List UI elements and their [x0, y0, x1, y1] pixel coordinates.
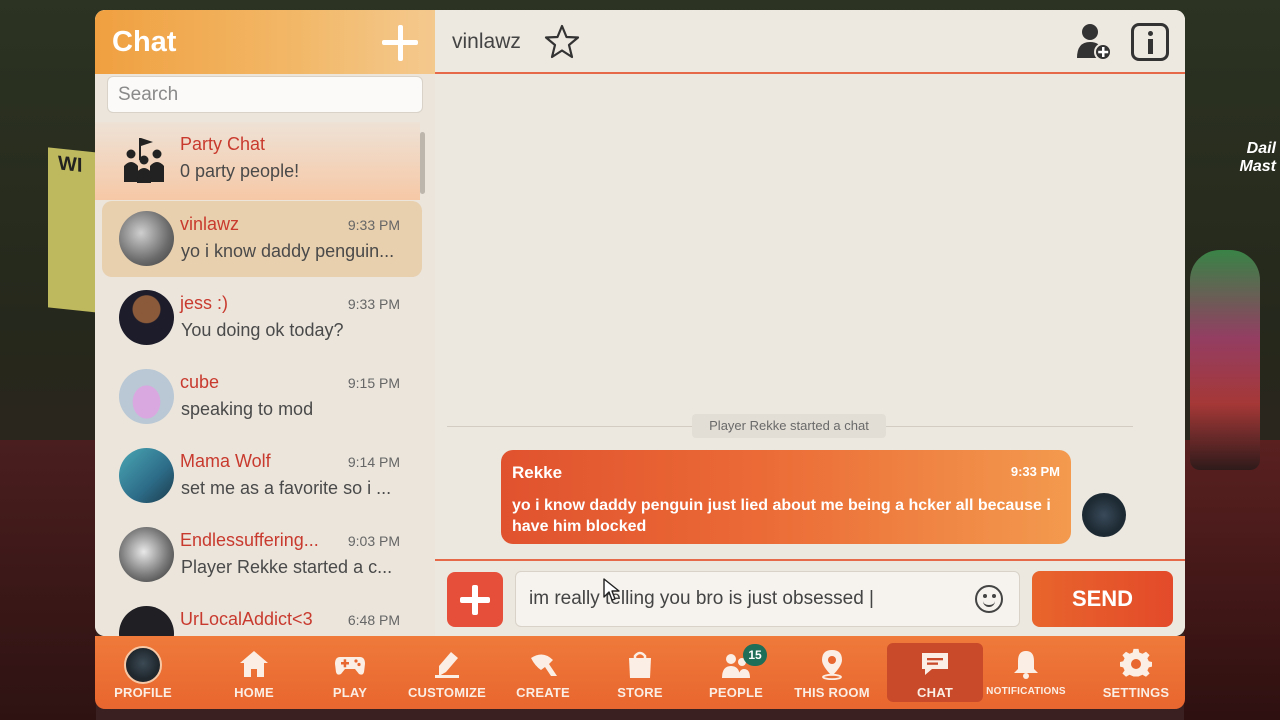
nav-label: CHAT [917, 685, 953, 700]
chat-header: vinlawz [435, 10, 1185, 74]
nav-notifications[interactable]: NOTIFICATIONS [978, 636, 1074, 709]
avatar [124, 646, 162, 684]
avatar [119, 527, 174, 582]
new-chat-button[interactable] [377, 20, 423, 66]
nav-label: SETTINGS [1102, 685, 1170, 700]
conversation-name: vinlawz [180, 214, 240, 234]
nav-create[interactable]: CREATE [495, 636, 591, 709]
conversation-preview: set me as a favorite so i ... [181, 478, 392, 498]
composer-divider [435, 559, 1185, 561]
conversation-preview: Player Rekke started a c... [181, 557, 393, 577]
conversation-time: 9:03 PM [347, 533, 400, 549]
party-chat-subtitle: 0 party people! [180, 161, 300, 181]
nav-label: HOME [234, 685, 274, 700]
nav-home[interactable]: HOME [206, 636, 302, 709]
avatar [119, 448, 174, 503]
background-floor-left [0, 440, 96, 720]
bell-icon [1014, 651, 1038, 679]
message-time: 9:33 PM [1010, 464, 1060, 479]
conversation-time: 9:33 PM [347, 296, 400, 312]
nav-settings[interactable]: SETTINGS [1088, 636, 1184, 709]
avatar [119, 606, 174, 636]
message-bubble: Rekke 9:33 PM yo i know daddy penguin ju… [501, 450, 1071, 544]
conversation-preview: yo i know daddy penguin... [181, 241, 395, 261]
conversation-name: Endlessuffering... [180, 530, 319, 550]
create-icon [531, 654, 557, 676]
nav-label: PROFILE [114, 685, 172, 700]
conversation-name: UrLocalAddict<3 [180, 609, 313, 629]
map-pin-icon [822, 650, 842, 680]
emoji-icon[interactable] [975, 585, 1003, 613]
nav-label: PEOPLE [709, 685, 763, 700]
conversation-item[interactable]: cube 9:15 PM speaking to mod [102, 359, 422, 435]
home-icon [240, 651, 268, 677]
store-icon [629, 651, 651, 678]
attach-button[interactable] [447, 572, 503, 627]
cursor-pointer-icon [603, 578, 620, 601]
background-avatar-figure [1190, 250, 1260, 470]
chat-panel: Chat Party Chat 0 party people! vinlawz … [95, 10, 1185, 636]
gear-icon [1120, 648, 1152, 677]
message-sender: Rekke [512, 463, 563, 482]
conversation-item[interactable]: Endlessuffering... 9:03 PM Player Rekke … [102, 517, 422, 593]
nav-this-room[interactable]: THIS ROOM [784, 636, 880, 709]
party-icon [124, 138, 164, 183]
nav-label: CREATE [516, 685, 570, 700]
chat-icon [922, 653, 948, 675]
party-chat-item[interactable]: Party Chat 0 party people! [95, 122, 420, 200]
avatar [119, 211, 174, 266]
conversation-time: 9:33 PM [347, 217, 400, 233]
conversation-time: 9:15 PM [347, 375, 400, 391]
nav-customize[interactable]: CUSTOMIZE [399, 636, 495, 709]
gamepad-icon [335, 657, 365, 675]
avatar [1082, 493, 1126, 537]
nav-chat[interactable]: CHAT [887, 643, 983, 702]
chat-sidebar: Chat Party Chat 0 party people! vinlawz … [95, 10, 435, 636]
nav-play[interactable]: PLAY [302, 636, 398, 709]
conversation-time: 9:14 PM [347, 454, 400, 470]
conversation-item[interactable]: vinlawz 9:33 PM yo i know daddy penguin.… [102, 201, 422, 277]
chat-main: vinlawz Player Rekke started a chat Rekk… [435, 10, 1185, 636]
conversation-item[interactable]: UrLocalAddict<3 6:48 PM [102, 596, 422, 636]
background-sign: Dail Mast [1239, 140, 1276, 175]
conversation-preview: You doing ok today? [181, 320, 344, 340]
customize-icon [435, 652, 459, 678]
conversation-time: 6:48 PM [347, 612, 400, 628]
nav-people[interactable]: 15 PEOPLE [688, 636, 784, 709]
conversation-name: jess :) [180, 293, 229, 313]
message-input[interactable] [515, 571, 1020, 627]
people-count-badge: 15 [743, 644, 767, 666]
party-chat-name: Party Chat [180, 134, 266, 154]
search-input[interactable] [107, 76, 423, 113]
nav-profile[interactable]: PROFILE [95, 636, 191, 709]
nav-label: CUSTOMIZE [407, 685, 487, 700]
add-friend-icon[interactable] [1075, 22, 1113, 62]
message-text: yo i know daddy penguin just lied about … [512, 497, 1051, 535]
conversation-item[interactable]: jess :) 9:33 PM You doing ok today? [102, 280, 422, 356]
conversation-item[interactable]: Mama Wolf 9:14 PM set me as a favorite s… [102, 438, 422, 514]
nav-label: STORE [617, 685, 663, 700]
info-icon[interactable] [1131, 23, 1169, 61]
sidebar-title: Chat [112, 26, 177, 58]
background-floor-right [1184, 440, 1280, 720]
conversation-name: cube [180, 372, 220, 392]
conversation-name: Mama Wolf [180, 451, 271, 471]
sidebar-scrollbar[interactable] [420, 132, 425, 194]
star-icon[interactable] [543, 24, 581, 60]
sidebar-header: Chat [95, 10, 435, 74]
system-message: Player Rekke started a chat [692, 414, 886, 438]
send-button[interactable]: SEND [1032, 571, 1173, 627]
nav-label: PLAY [332, 685, 368, 700]
avatar [119, 369, 174, 424]
chat-title: vinlawz [452, 30, 521, 53]
conversation-preview: speaking to mod [181, 399, 314, 419]
nav-label: THIS ROOM [794, 685, 870, 700]
background-board: WI [48, 147, 98, 313]
bottom-navigation: PROFILE HOME PLAY CUSTOMIZE CREATE STORE… [95, 636, 1185, 709]
nav-label: NOTIFICATIONS [986, 686, 1066, 697]
avatar [119, 290, 174, 345]
nav-store[interactable]: STORE [592, 636, 688, 709]
